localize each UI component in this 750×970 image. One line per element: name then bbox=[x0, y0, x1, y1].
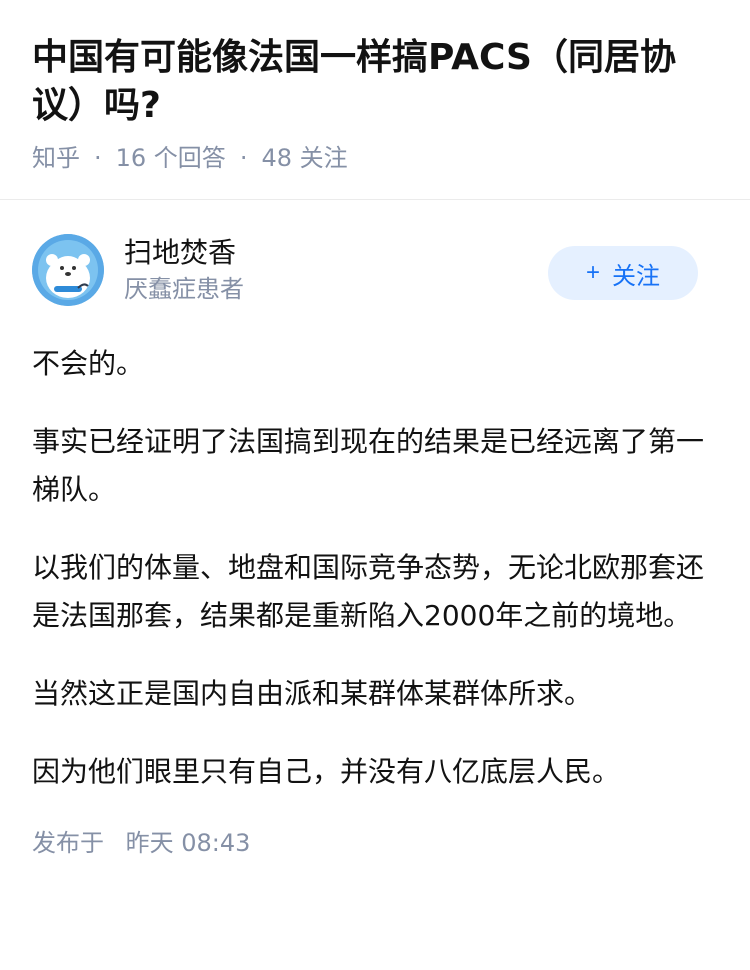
avatar[interactable] bbox=[32, 234, 104, 306]
publish-label: 发布于 bbox=[32, 829, 104, 857]
answers-count[interactable]: 16 个回答 bbox=[116, 142, 226, 174]
answer: 扫地焚香 厌蠢症患者 + 关注 不会的。 事实已经证明了法国搞到现在的结果是已经… bbox=[0, 200, 750, 860]
followers-count: 48 关注 bbox=[261, 144, 348, 172]
answer-paragraph: 事实已经证明了法国搞到现在的结果是已经远离了第一梯队。 bbox=[32, 425, 705, 506]
question-title[interactable]: 中国有可能像法国一样搞PACS（同居协议）吗? bbox=[32, 34, 718, 130]
publish-timestamp: 昨天 08:43 bbox=[125, 829, 251, 857]
answer-paragraph: 不会的。 bbox=[32, 347, 145, 380]
author-info: 扫地焚香 厌蠢症患者 bbox=[124, 234, 244, 306]
author-row: 扫地焚香 厌蠢症患者 + 关注 bbox=[32, 200, 718, 340]
answer-body: 不会的。 事实已经证明了法国搞到现在的结果是已经远离了第一梯队。 以我们的体量、… bbox=[32, 340, 718, 796]
meta-separator: · bbox=[239, 144, 248, 172]
meta-separator: · bbox=[94, 144, 102, 172]
follow-button[interactable]: + 关注 bbox=[548, 246, 698, 300]
answer-paragraph: 因为他们眼里只有自己，并没有八亿底层人民。 bbox=[32, 755, 621, 788]
author-bio: 厌蠢症患者 bbox=[124, 275, 244, 303]
answer-paragraph: 当然这正是国内自由派和某群体某群体所求。 bbox=[32, 677, 593, 710]
plus-icon: + bbox=[585, 259, 600, 286]
question-header: 中国有可能像法国一样搞PACS（同居协议）吗? 知乎 · 16 个回答 · 48… bbox=[0, 0, 750, 200]
author-name[interactable]: 扫地焚香 bbox=[124, 234, 244, 272]
follow-label: 关注 bbox=[612, 262, 660, 290]
source-label[interactable]: 知乎 bbox=[32, 142, 80, 174]
publish-time: 发布于 昨天 08:43 bbox=[32, 826, 718, 860]
question-meta: 知乎 · 16 个回答 · 48 关注 bbox=[32, 142, 718, 174]
polar-bear-avatar-icon bbox=[32, 234, 104, 306]
page: 中国有可能像法国一样搞PACS（同居协议）吗? 知乎 · 16 个回答 · 48… bbox=[0, 0, 750, 970]
answer-paragraph: 以我们的体量、地盘和国际竞争态势，无论北欧那套还是法国那套，结果都是重新陷入20… bbox=[32, 551, 705, 632]
